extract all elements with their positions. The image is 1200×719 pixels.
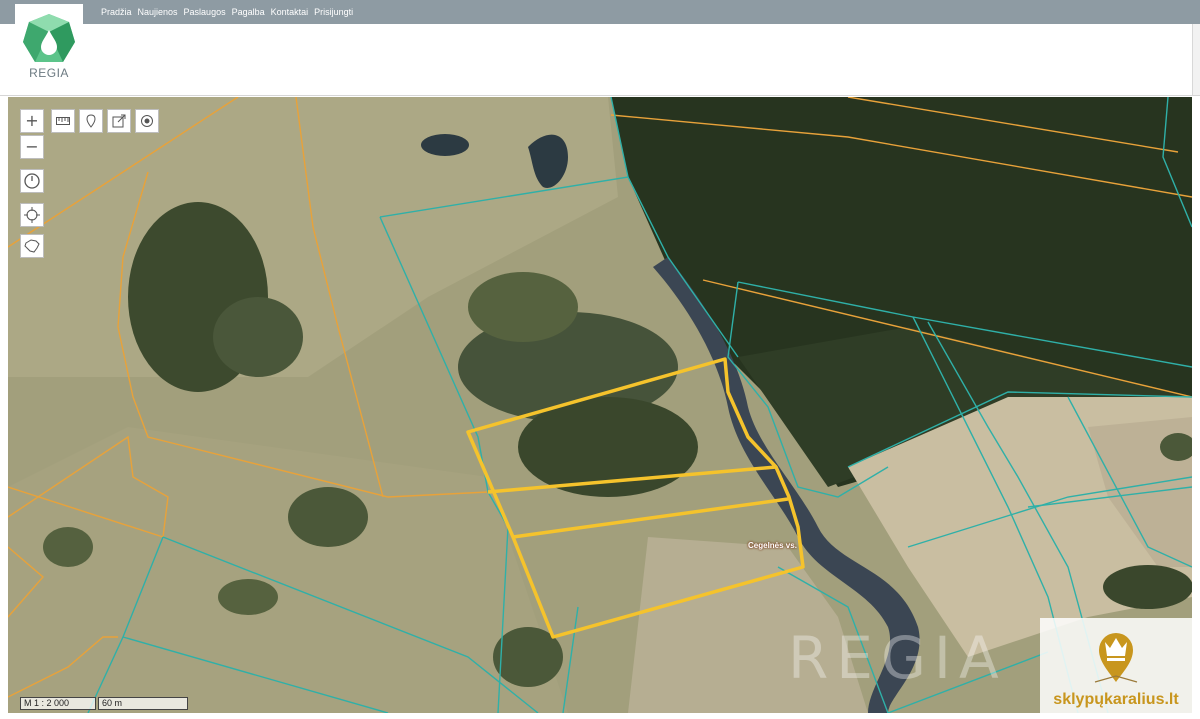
map-watermark: REGIA (788, 624, 1007, 692)
lithuania-map-icon (24, 239, 40, 253)
country-extent-button[interactable] (20, 234, 44, 258)
target-icon (141, 115, 153, 127)
zoom-out-button[interactable]: − (20, 135, 44, 159)
main-nav: Pradžia Naujienos Paslaugos Pagalba Kont… (101, 0, 353, 24)
clock-icon (24, 173, 40, 189)
brand-badge[interactable]: sklypųkaralius.lt (1040, 618, 1192, 713)
nav-item-naujienos[interactable]: Naujienos (138, 7, 178, 17)
measure-button[interactable] (51, 109, 75, 133)
export-icon (112, 114, 126, 128)
marker-button[interactable] (79, 109, 103, 133)
nav-item-paslaugos[interactable]: Paslaugos (184, 7, 226, 17)
nav-item-pagalba[interactable]: Pagalba (232, 7, 265, 17)
scale-bar: M 1 : 2 000 60 m (20, 697, 188, 710)
crown-pin-icon (1094, 633, 1138, 683)
history-button[interactable] (20, 169, 44, 193)
logo-text: REGIA (29, 66, 69, 80)
ruler-icon (56, 117, 70, 125)
scale-ratio: M 1 : 2 000 (20, 697, 96, 710)
nav-item-kontaktai[interactable]: Kontaktai (271, 7, 309, 17)
zoom-out-label: − (25, 137, 39, 156)
locate-icon (24, 207, 40, 223)
zoom-in-button[interactable]: + (20, 109, 44, 133)
target-button[interactable] (135, 109, 159, 133)
nav-item-prisijungti[interactable]: Prisijungti (314, 7, 353, 17)
brand-text: sklypųkaralius.lt (1053, 691, 1179, 708)
zoom-in-label: + (25, 111, 39, 130)
header-divider (0, 95, 1200, 96)
marker-icon (86, 114, 96, 128)
locate-button[interactable] (20, 203, 44, 227)
regia-gem-icon (23, 14, 75, 62)
place-label-cegelnes: Cegelnės vs. (748, 541, 797, 550)
aerial-imagery (8, 97, 1192, 713)
export-button[interactable] (107, 109, 131, 133)
map-viewport[interactable]: Cegelnės vs. + − REGIA M 1 : 2 000 60 m … (8, 97, 1192, 713)
scale-length: 60 m (98, 697, 188, 710)
page-scrollbar[interactable] (1192, 24, 1200, 96)
top-navigation-bar: Pradžia Naujienos Paslaugos Pagalba Kont… (0, 0, 1200, 24)
regia-logo[interactable]: REGIA (15, 4, 83, 94)
nav-item-pradzia[interactable]: Pradžia (101, 7, 132, 17)
